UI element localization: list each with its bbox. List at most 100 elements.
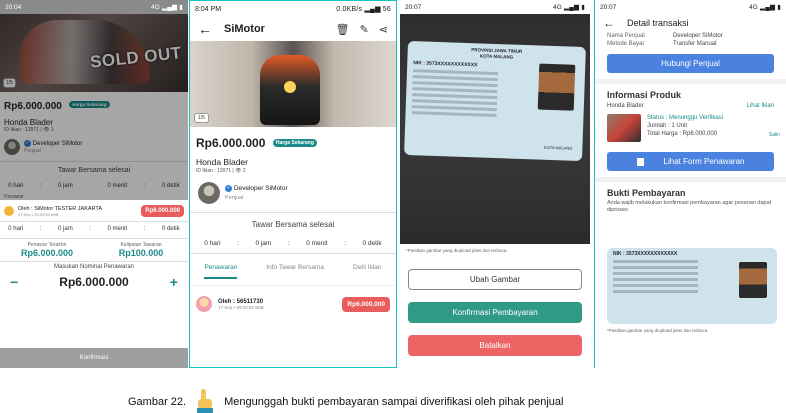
- nominal-stepper: − Rp6.000.000 +: [0, 272, 188, 292]
- status-icons: 4G ▂▄▆ ▮: [552, 4, 585, 11]
- countdown-minutes: 0 menit: [107, 226, 128, 232]
- bid-amount-badge: Rp6.000.000: [141, 205, 184, 217]
- edit-icon[interactable]: ✎: [360, 24, 369, 36]
- id-card-photo: [537, 63, 576, 111]
- decrease-button[interactable]: −: [10, 274, 18, 290]
- cancel-button[interactable]: Batalkan: [408, 335, 582, 356]
- see-ad-link[interactable]: Lihat Iklan: [747, 103, 774, 109]
- bidder-time: 17 Sep • 20:03:54 WIB: [218, 304, 264, 310]
- product-price: Rp6.000.000: [196, 136, 266, 150]
- status-bar: 20:07 4G ▂▄▆ ▮: [595, 0, 786, 14]
- countdown-days: 0 hari: [8, 226, 24, 232]
- id-card-photo: [739, 262, 767, 298]
- figure-label: Gambar 22.: [128, 396, 187, 408]
- page-title: Detail transaksi: [627, 18, 689, 28]
- figure-text: Mengunggah bukti pembayaran sampai diver…: [224, 396, 564, 408]
- copy-link[interactable]: Salin: [769, 132, 780, 138]
- modal-overlay[interactable]: [0, 14, 188, 200]
- product-summary: Status : Menunggu Verifikasi Jumlah : 1 …: [595, 110, 786, 146]
- phone-screen-ad-detail: 8:04 PM 0.0KB/s ▂▄▆ 56 ← SiMotor 🗑 ✎ ⋖ 1/5…: [189, 0, 397, 368]
- bidder-avatar-icon: [4, 206, 14, 216]
- seller-name-row: Nama Penjual Developer SiMotor: [595, 32, 786, 40]
- share-icon[interactable]: ⋖: [379, 24, 388, 36]
- countdown-repeat: 0 hari : 0 jam : 0 menit : 0 detik: [0, 221, 188, 236]
- change-image-button[interactable]: Ubah Gambar: [408, 269, 582, 290]
- bid-amount-badge: Rp6.000.000: [342, 296, 390, 312]
- nominal-input[interactable]: Rp6.000.000: [59, 275, 128, 289]
- bidder-name: Oleh : 56511730: [218, 298, 264, 305]
- countdown-sep: :: [89, 226, 91, 232]
- view-offer-form-label: Lihat Form Penawaran: [663, 157, 745, 166]
- last-bid-value: Rp6.000.000: [20, 248, 74, 258]
- delete-icon[interactable]: 🗑: [336, 24, 350, 36]
- phone-screen-bid-form: 20:04 4G ▂▄▆ ▮ SOLD OUT 1/5 Rp6.000.000 …: [0, 0, 188, 368]
- screenshot-collage: 20:04 4G ▂▄▆ ▮ SOLD OUT 1/5 Rp6.000.000 …: [0, 0, 786, 413]
- current-price-badge: Harga Sekarang: [272, 138, 317, 147]
- product-name: Honda Blader: [607, 103, 644, 109]
- seller-name: Developer SiMotor: [233, 185, 288, 193]
- confirm-payment-button[interactable]: Konfirmasi Pembayaran: [408, 302, 582, 323]
- total-price: Total Harga : Rp6.000.000: [647, 131, 718, 137]
- product-name-row: Honda Blader Lihat Iklan: [595, 102, 786, 110]
- status-icons: 4G ▂▄▆ ▮: [748, 4, 781, 11]
- nominal-label: Masukan Nominal Penawaran: [0, 261, 188, 272]
- view-offer-form-button[interactable]: Lihat Form Penawaran: [607, 152, 774, 171]
- phone-screen-transaction-detail: 20:07 4G ▂▄▆ ▮ ← Detail transaksi Nama P…: [594, 0, 786, 368]
- pointing-hand-icon: [192, 389, 218, 413]
- tab-bar: Penawaran Info Tawar Bersama Detil Iklan: [190, 254, 396, 285]
- id-card-number: NIK : 3573XXXXXXXXXXXX: [613, 251, 678, 257]
- product-title: Honda Blader: [196, 157, 248, 167]
- upload-note: *Pastikan gambar yang diupload jelas dan…: [400, 244, 590, 257]
- bidder-name: Oleh : SiMotor TESTER JAKARTA: [18, 205, 103, 212]
- document-icon: [636, 157, 644, 166]
- payment-method-value: Transfer Manual: [673, 41, 717, 47]
- product-info-heading: Informasi Produk: [607, 90, 682, 100]
- seller-role: Penjual: [225, 194, 244, 201]
- bidder-time: 17 Sep • 20:03:54 WIB: [18, 211, 59, 217]
- countdown: 0 hari : 0 jam : 0 menit : 0 detik: [190, 234, 396, 254]
- transaction-status: Status : Menunggu Verifikasi: [647, 115, 724, 121]
- back-arrow-icon[interactable]: ←: [603, 16, 621, 30]
- status-icons: 0.0KB/s ▂▄▆ 56: [336, 6, 391, 13]
- product-photo[interactable]: 1/5: [190, 41, 396, 127]
- app-bar: ← Detail transaksi: [595, 14, 786, 32]
- uploaded-image-preview: PROVINSI JAWA TIMUR KOTA MALANG NIK : 35…: [400, 14, 590, 244]
- bidder-avatar-icon: [196, 296, 212, 312]
- headlight-image: [284, 81, 296, 93]
- countdown-seconds: 0 detik: [161, 226, 180, 232]
- status-time: 20:04: [5, 3, 22, 11]
- quantity: Jumlah : 1 Unit: [647, 123, 688, 129]
- countdown-seconds: 0 detik: [362, 240, 382, 247]
- bid-increment-value: Rp100.000: [118, 248, 164, 258]
- countdown-sep: :: [237, 240, 239, 247]
- back-arrow-icon[interactable]: ←: [198, 21, 218, 37]
- status-time: 20:07: [405, 3, 422, 11]
- status-bar: 8:04 PM 0.0KB/s ▂▄▆ 56: [190, 1, 396, 17]
- action-buttons: Ubah Gambar Konfirmasi Pembayaran Batalk…: [400, 257, 590, 368]
- auction-finished-label: Tawar Bersama selesai: [190, 212, 396, 234]
- payment-proof-image[interactable]: NIK : 3573XXXXXXXXXXXX: [607, 248, 777, 324]
- status-bar: 20:04 4G ▂▄▆ ▮: [0, 0, 188, 14]
- status-bar: 20:07 4G ▂▄▆ ▮: [400, 0, 590, 14]
- tab-info-tawar-bersama[interactable]: Info Tawar Bersama: [266, 264, 324, 279]
- countdown-days: 0 hari: [204, 240, 221, 247]
- countdown-sep: :: [287, 240, 290, 247]
- contact-seller-button[interactable]: Hubungi Penjual: [607, 54, 774, 73]
- figure-caption: Gambar 22. Mengunggah bukti pembayaran s…: [128, 389, 563, 413]
- app-title: SiMotor: [224, 23, 265, 35]
- photo-counter: 1/5: [194, 113, 209, 123]
- bid-stats: Penawar Terakhir Rp6.000.000 Kelipatan T…: [0, 238, 188, 261]
- payment-method-row: Metode Bayar Transfer Manual: [595, 40, 786, 48]
- tab-penawaran[interactable]: Penawaran: [204, 264, 238, 279]
- seller-name-key: Nama Penjual: [607, 33, 645, 39]
- phone-screen-upload-proof: 20:07 4G ▂▄▆ ▮ PROVINSI JAWA TIMUR KOTA …: [400, 0, 590, 368]
- payment-proof-description: Anda wajib melakukan konfirmasi pembayar…: [607, 200, 772, 213]
- bid-list-item: Oleh : SiMotor TESTER JAKARTA 17 Sep • 2…: [0, 201, 188, 221]
- tab-detil-iklan[interactable]: Detil Iklan: [353, 264, 382, 279]
- upload-note: *Pastikan gambar yang diupload jelas dan…: [607, 328, 708, 333]
- increase-button[interactable]: +: [170, 274, 178, 290]
- confirm-button[interactable]: Konfirmasi: [0, 348, 188, 368]
- app-bar: ← SiMotor 🗑 ✎ ⋖: [190, 17, 396, 41]
- bid-list-item: Oleh : 56511730 17 Sep • 20:03:54 WIB Rp…: [190, 285, 396, 322]
- seller-row[interactable]: ✓ Developer SiMotor Penjual: [190, 174, 396, 208]
